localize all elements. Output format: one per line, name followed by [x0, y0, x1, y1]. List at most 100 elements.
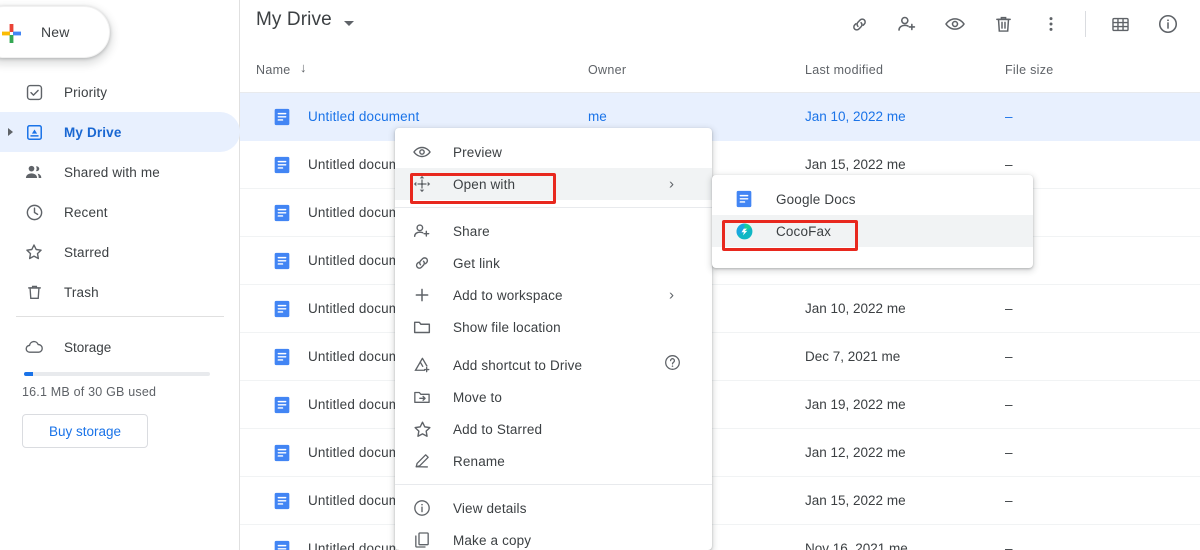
submenu-item-label: Google Docs [776, 191, 856, 207]
sidebar-item-label: Starred [64, 244, 110, 260]
table-row[interactable]: Untitled documentmeJan 10, 2022 me– [240, 93, 1200, 141]
sidebar-item-starred[interactable]: Starred [0, 232, 240, 272]
buy-storage-button[interactable]: Buy storage [22, 414, 148, 448]
table-row[interactable]: Untitled documentmeNov 16, 2021 me– [240, 525, 1200, 550]
sidebar-item-trash[interactable]: Trash [0, 272, 240, 312]
new-button[interactable]: New [0, 6, 110, 58]
context-menu-item-label: View details [453, 500, 527, 516]
new-button-label: New [41, 24, 70, 40]
file-size: – [1005, 109, 1013, 124]
file-rows: Untitled document me Jan 10, 2022 me – Untit… [240, 93, 1200, 550]
table-column-headers: Name ↓ Owner Last modified File size [240, 48, 1200, 93]
plus-icon [411, 284, 433, 306]
get-link-icon[interactable] [839, 4, 879, 44]
storage-label: Storage [64, 339, 112, 355]
context-menu-item-make-a-copy[interactable]: Make a copy [395, 524, 712, 550]
context-menu-item-move-to[interactable]: Move to [395, 381, 712, 413]
sort-descending-icon[interactable]: ↓ [300, 61, 307, 74]
context-menu-item-show-file-location[interactable]: Show file location [395, 311, 712, 343]
info-icon [411, 497, 433, 519]
context-menu-item-label: Share [453, 223, 490, 239]
table-row[interactable]: Untitled documentmeJan 10, 2022 me– [240, 285, 1200, 333]
context-menu-item-label: Make a copy [453, 532, 532, 548]
star-icon [411, 418, 433, 440]
context-menu-item-label: Show file location [453, 319, 561, 335]
file-size: – [1005, 349, 1013, 364]
expand-caret-icon[interactable] [8, 128, 13, 136]
grid-view-icon[interactable] [1100, 4, 1140, 44]
context-menu-item-rename[interactable]: Rename [395, 445, 712, 477]
table-row[interactable]: Untitled documentmeJan 12, 2022 me– [240, 429, 1200, 477]
trash-icon [24, 282, 44, 302]
sidebar-item-my-drive[interactable]: My Drive [0, 112, 240, 152]
context-menu-item-view-details[interactable]: View details [395, 492, 712, 524]
add-person-icon[interactable] [887, 4, 927, 44]
context-menu-item-preview[interactable]: Preview [395, 136, 712, 168]
sidebar-item-storage[interactable]: Storage [0, 330, 111, 364]
file-last-modified: Jan 15, 2022 me [805, 493, 906, 508]
page-title[interactable]: My Drive [256, 9, 332, 31]
context-menu-item-label: Get link [453, 255, 500, 271]
open-with-submenu: Google Docs CocoFax [712, 175, 1033, 268]
trash-icon[interactable] [983, 4, 1023, 44]
chevron-down-icon[interactable] [344, 21, 354, 26]
pencil-icon [411, 450, 433, 472]
context-menu-item-share[interactable]: Share [395, 215, 712, 247]
sidebar-item-label: Recent [64, 204, 108, 220]
help-icon[interactable] [663, 353, 682, 377]
info-icon[interactable] [1148, 4, 1188, 44]
sidebar-item-label: My Drive [64, 124, 122, 140]
context-menu-item-open-with[interactable]: Open with › [395, 168, 712, 200]
file-last-modified: Jan 19, 2022 me [805, 397, 906, 412]
sidebar-item-shared-with-me[interactable]: Shared with me [0, 152, 240, 192]
context-menu-item-add-to-workspace[interactable]: Add to workspace › [395, 279, 712, 311]
star-icon [24, 242, 44, 262]
file-size: – [1005, 397, 1013, 412]
table-row[interactable]: Untitled documentmeJan 15, 2022 me– [240, 477, 1200, 525]
plus-icon [1, 23, 22, 44]
context-menu-item-label: Move to [453, 389, 503, 405]
context-menu-item-add-to-starred[interactable]: Add to Starred [395, 413, 712, 445]
sidebar-item-label: Shared with me [64, 164, 160, 180]
file-name: Untitled document [308, 109, 420, 124]
cocofax-icon [734, 221, 754, 241]
sidebar-divider [16, 316, 224, 317]
sidebar-item-recent[interactable]: Recent [0, 192, 240, 232]
preview-eye-icon[interactable] [935, 4, 975, 44]
context-menu-item-add-shortcut-to-drive[interactable]: Add shortcut to Drive [395, 349, 712, 381]
file-last-modified: Nov 16, 2021 me [805, 541, 908, 550]
table-row[interactable]: Untitled documentmeDec 7, 2021 me– [240, 333, 1200, 381]
context-menu: Preview Open with › Share Get link Add to wor… [395, 128, 712, 550]
submenu-item-google-docs[interactable]: Google Docs [712, 183, 1033, 215]
more-vert-icon[interactable] [1031, 4, 1071, 44]
google-docs-icon [272, 347, 292, 367]
chevron-right-icon: › [669, 286, 674, 304]
file-last-modified: Jan 12, 2022 me [805, 445, 906, 460]
column-header-name[interactable]: Name [256, 63, 291, 77]
clock-icon [24, 202, 44, 222]
column-header-name-label: Name [256, 63, 291, 77]
google-docs-icon [272, 443, 292, 463]
context-menu-item-label: Add to Starred [453, 421, 543, 437]
menu-separator [395, 484, 712, 485]
column-header-last-modified[interactable]: Last modified [805, 63, 883, 77]
column-header-owner[interactable]: Owner [588, 63, 626, 77]
copy-icon [411, 529, 433, 550]
chevron-right-icon: › [669, 175, 674, 193]
file-size: – [1005, 541, 1013, 550]
context-menu-item-get-link[interactable]: Get link [395, 247, 712, 279]
file-size: – [1005, 301, 1013, 316]
people-icon [24, 162, 44, 182]
table-row[interactable]: Untitled documentmeJan 19, 2022 me– [240, 381, 1200, 429]
google-docs-icon [272, 155, 292, 175]
sidebar-item-priority[interactable]: Priority [0, 72, 240, 112]
file-size: – [1005, 493, 1013, 508]
context-menu-item-label: Add shortcut to Drive [453, 357, 583, 373]
google-drive-window: New Priority My Drive Shared with me Rec… [0, 0, 1200, 550]
submenu-item-cocofax[interactable]: CocoFax [712, 215, 1033, 247]
sidebar: New Priority My Drive Shared with me Rec… [0, 0, 240, 550]
google-docs-icon [272, 251, 292, 271]
column-header-file-size[interactable]: File size [1005, 63, 1054, 77]
google-docs-icon [272, 539, 292, 550]
cloud-icon [24, 337, 44, 357]
